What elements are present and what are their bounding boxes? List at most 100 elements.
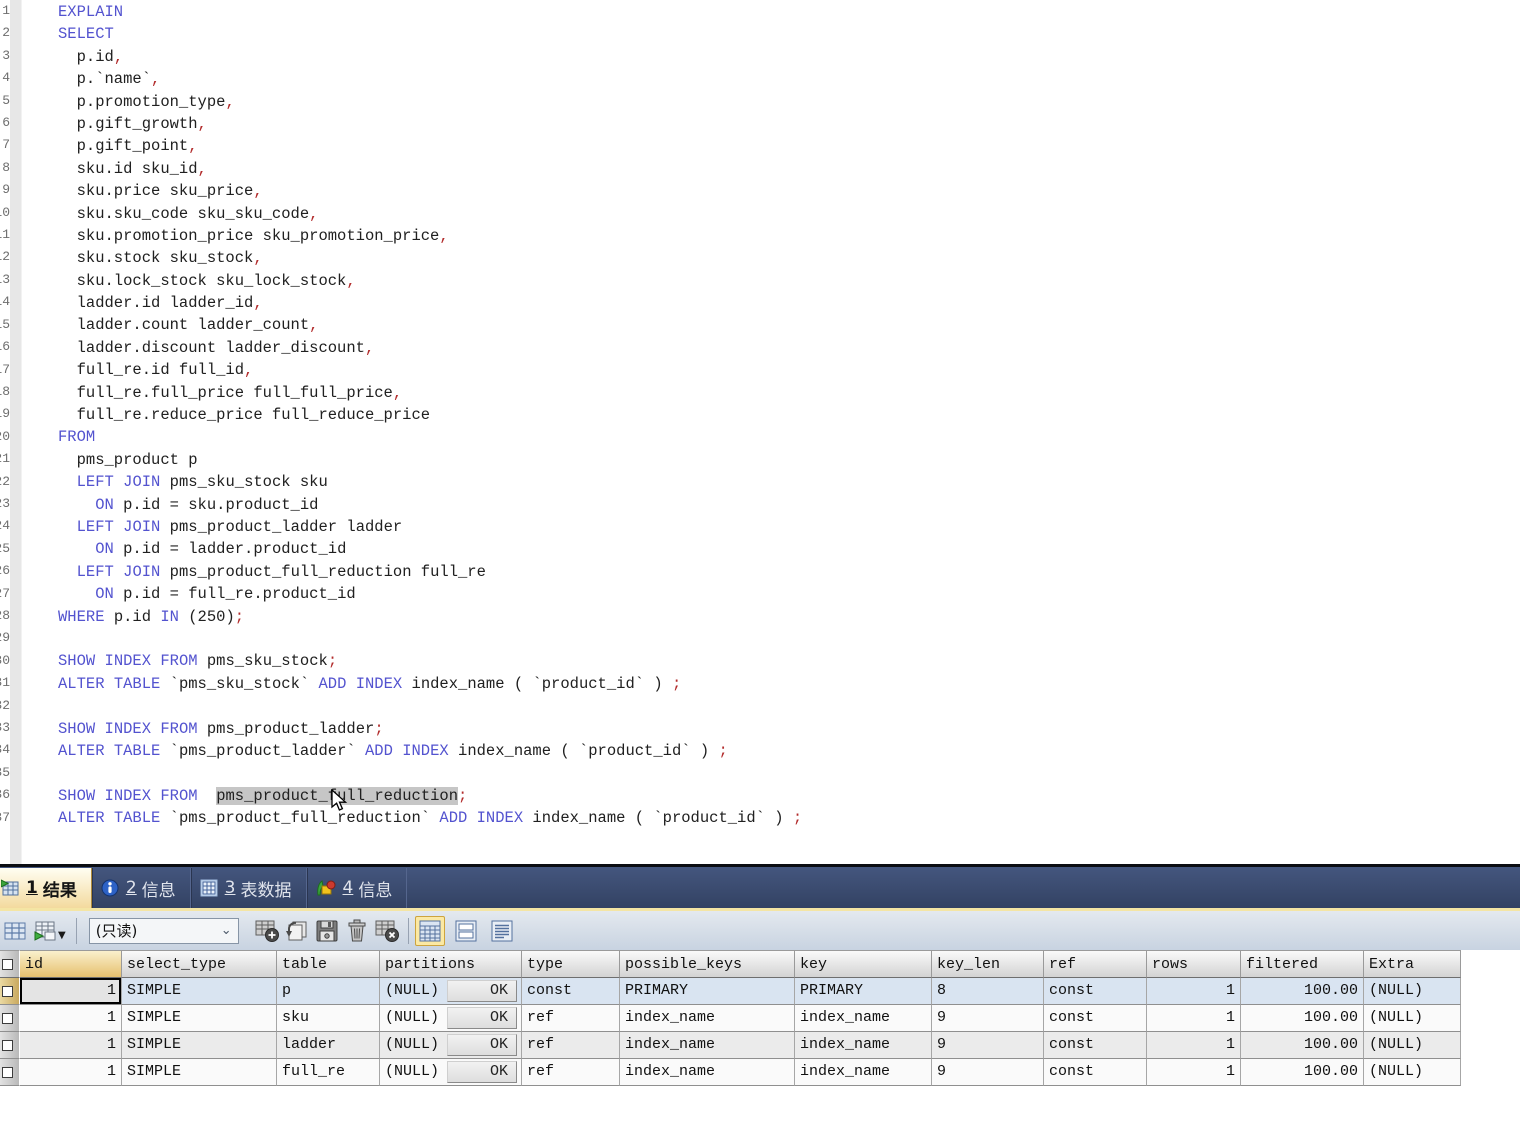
cell-partitions[interactable]: (NULL)OK xyxy=(380,1005,522,1032)
row-checkbox[interactable] xyxy=(2,1067,13,1078)
column-header-partitions[interactable]: partitions xyxy=(380,950,522,978)
code-line[interactable]: sku.sku_code sku_sku_code, xyxy=(58,203,1520,225)
code-line[interactable]: full_re.id full_id, xyxy=(58,359,1520,381)
tab-3[interactable]: 3表数据 xyxy=(191,868,307,908)
row-checkbox[interactable] xyxy=(2,1013,13,1024)
cell-possible_keys[interactable]: index_name xyxy=(620,1032,795,1059)
code-line[interactable]: LEFT JOIN pms_product_full_reduction ful… xyxy=(58,561,1520,583)
tab-1-active[interactable]: 1结果 xyxy=(0,868,92,908)
code-line[interactable]: SHOW INDEX FROM pms_product_ladder; xyxy=(58,718,1520,740)
code-line[interactable]: p.`name`, xyxy=(58,68,1520,90)
row-selector[interactable] xyxy=(0,1005,20,1032)
column-header-key_len[interactable]: key_len xyxy=(932,950,1044,978)
code-line[interactable]: LEFT JOIN pms_sku_stock sku xyxy=(58,471,1520,493)
cell-key_len[interactable]: 9 xyxy=(932,1005,1044,1032)
table-actions-dropdown-icon[interactable]: ▼ xyxy=(58,930,66,941)
cell-key[interactable]: index_name xyxy=(795,1005,932,1032)
row-selector[interactable] xyxy=(0,978,20,1005)
code-line[interactable]: WHERE p.id IN (250); xyxy=(58,606,1520,628)
code-line[interactable]: ON p.id = ladder.product_id xyxy=(58,538,1520,560)
cell-filtered[interactable]: 100.00 xyxy=(1241,978,1364,1005)
cell-rows[interactable]: 1 xyxy=(1147,1005,1241,1032)
cell-ref[interactable]: const xyxy=(1044,1032,1147,1059)
code-line[interactable]: sku.price sku_price, xyxy=(58,180,1520,202)
cell-key[interactable]: PRIMARY xyxy=(795,978,932,1005)
cell-type[interactable]: ref xyxy=(522,1005,620,1032)
code-line[interactable]: SELECT xyxy=(58,23,1520,45)
cell-rows[interactable]: 1 xyxy=(1147,1032,1241,1059)
column-header-select_type[interactable]: select_type xyxy=(122,950,277,978)
cell-select_type[interactable]: SIMPLE xyxy=(122,1059,277,1086)
cell-table[interactable]: sku xyxy=(277,1005,380,1032)
cell-ok-button[interactable]: OK xyxy=(447,1034,517,1056)
cell-partitions[interactable]: (NULL)OK xyxy=(380,1032,522,1059)
cell-id[interactable]: 1 xyxy=(20,1032,122,1059)
cell-Extra[interactable]: (NULL) xyxy=(1364,1005,1461,1032)
cell-table[interactable]: full_re xyxy=(277,1059,380,1086)
code-line[interactable]: ladder.count ladder_count, xyxy=(58,314,1520,336)
cell-key_len[interactable]: 8 xyxy=(932,978,1044,1005)
code-line[interactable]: sku.promotion_price sku_promotion_price, xyxy=(58,225,1520,247)
column-header-Extra[interactable]: Extra xyxy=(1364,950,1461,978)
code-line[interactable] xyxy=(58,695,1520,717)
duplicate-row-button[interactable] xyxy=(282,916,312,946)
tab-2[interactable]: 2信息 xyxy=(92,868,191,908)
sql-editor[interactable]: 1234567891011121314151617181920212223242… xyxy=(0,0,1520,864)
cell-partitions[interactable]: (NULL)OK xyxy=(380,978,522,1005)
discard-changes-button[interactable] xyxy=(372,916,402,946)
cell-possible_keys[interactable]: index_name xyxy=(620,1059,795,1086)
grid-view-button[interactable] xyxy=(415,916,445,946)
cell-Extra[interactable]: (NULL) xyxy=(1364,1032,1461,1059)
cell-type[interactable]: ref xyxy=(522,1059,620,1086)
row-selector[interactable] xyxy=(0,1032,20,1059)
column-header-table[interactable]: table xyxy=(277,950,380,978)
code-line[interactable]: ALTER TABLE `pms_product_full_reduction`… xyxy=(58,807,1520,829)
cell-rows[interactable]: 1 xyxy=(1147,1059,1241,1086)
save-button[interactable] xyxy=(312,916,342,946)
code-line[interactable]: ALTER TABLE `pms_product_ladder` ADD IND… xyxy=(58,740,1520,762)
cell-key[interactable]: index_name xyxy=(795,1032,932,1059)
cell-id[interactable]: 1 xyxy=(20,1059,122,1086)
row-selector[interactable] xyxy=(0,1059,20,1086)
cell-key_len[interactable]: 9 xyxy=(932,1032,1044,1059)
column-header-key[interactable]: key xyxy=(795,950,932,978)
code-line[interactable]: FROM xyxy=(58,426,1520,448)
row-checkbox[interactable] xyxy=(2,986,13,997)
column-header-possible_keys[interactable]: possible_keys xyxy=(620,950,795,978)
select-all-cell[interactable] xyxy=(0,950,20,978)
cell-select_type[interactable]: SIMPLE xyxy=(122,1032,277,1059)
cell-possible_keys[interactable]: index_name xyxy=(620,1005,795,1032)
cell-type[interactable]: const xyxy=(522,978,620,1005)
cell-ok-button[interactable]: OK xyxy=(447,1061,517,1083)
column-header-filtered[interactable]: filtered xyxy=(1241,950,1364,978)
cell-select_type[interactable]: SIMPLE xyxy=(122,1005,277,1032)
cell-possible_keys[interactable]: PRIMARY xyxy=(620,978,795,1005)
code-line[interactable]: p.gift_growth, xyxy=(58,113,1520,135)
grid-mode-icon[interactable] xyxy=(0,916,30,946)
tab-4[interactable]: 4信息 xyxy=(307,868,408,908)
row-checkbox[interactable] xyxy=(2,959,13,970)
cell-partitions[interactable]: (NULL)OK xyxy=(380,1059,522,1086)
code-line[interactable]: ON p.id = full_re.product_id xyxy=(58,583,1520,605)
column-header-ref[interactable]: ref xyxy=(1044,950,1147,978)
cell-key_len[interactable]: 9 xyxy=(932,1059,1044,1086)
cell-ref[interactable]: const xyxy=(1044,978,1147,1005)
cell-ok-button[interactable]: OK xyxy=(447,1007,517,1029)
code-line[interactable]: sku.stock sku_stock, xyxy=(58,247,1520,269)
code-line[interactable]: full_re.reduce_price full_reduce_price xyxy=(58,404,1520,426)
cell-ref[interactable]: const xyxy=(1044,1005,1147,1032)
cell-id[interactable]: 1 xyxy=(20,1005,122,1032)
code-line[interactable]: LEFT JOIN pms_product_ladder ladder xyxy=(58,516,1520,538)
code-line[interactable]: p.promotion_type, xyxy=(58,91,1520,113)
row-checkbox[interactable] xyxy=(2,1040,13,1051)
code-line[interactable]: ALTER TABLE `pms_sku_stock` ADD INDEX in… xyxy=(58,673,1520,695)
code-line[interactable]: ON p.id = sku.product_id xyxy=(58,494,1520,516)
cell-filtered[interactable]: 100.00 xyxy=(1241,1032,1364,1059)
code-line[interactable]: pms_product p xyxy=(58,449,1520,471)
code-line[interactable]: ladder.id ladder_id, xyxy=(58,292,1520,314)
cell-table[interactable]: p xyxy=(277,978,380,1005)
code-line[interactable]: sku.lock_stock sku_lock_stock, xyxy=(58,270,1520,292)
column-header-type[interactable]: type xyxy=(522,950,620,978)
text-view-button[interactable] xyxy=(487,916,517,946)
code-line[interactable]: SHOW INDEX FROM pms_product_full_reducti… xyxy=(58,785,1520,807)
